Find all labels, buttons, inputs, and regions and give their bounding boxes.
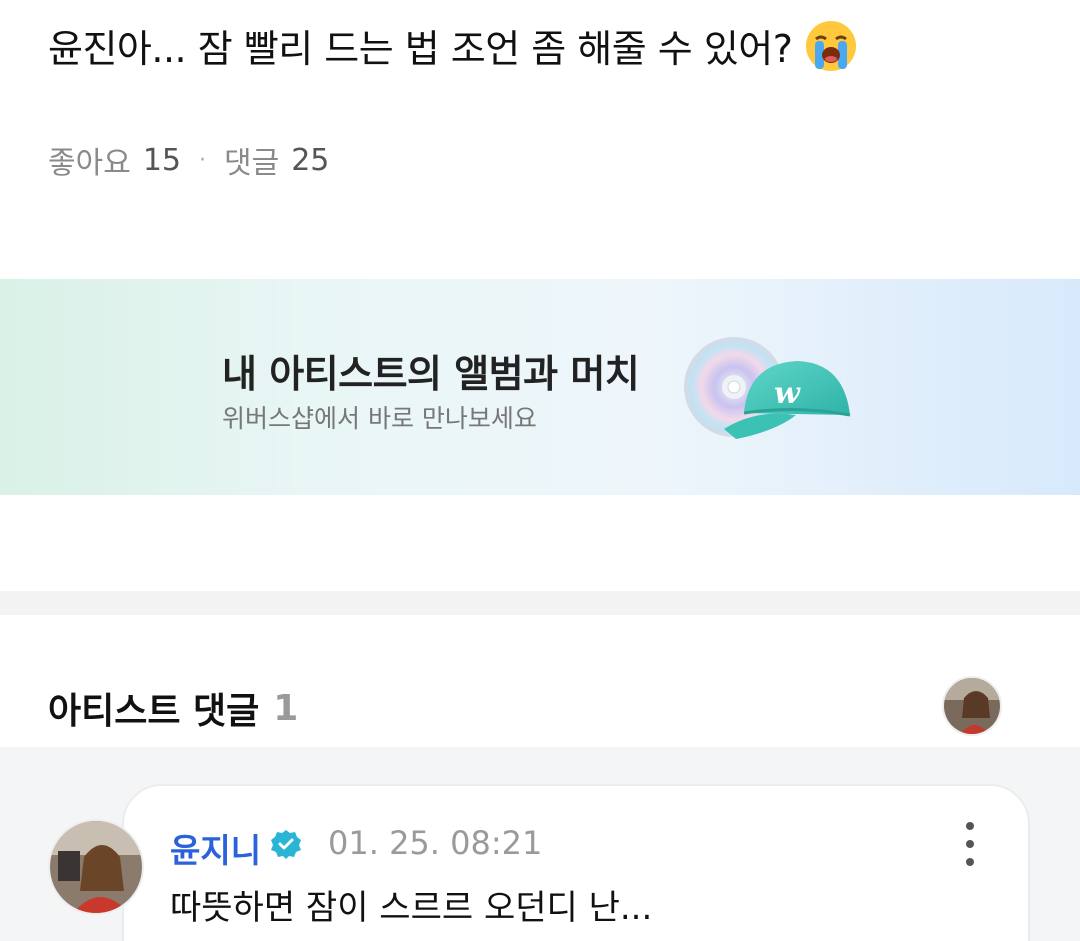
artist-comments-header: 아티스트 댓글 1 (48, 682, 298, 734)
comments-label[interactable]: 댓글 (224, 138, 279, 182)
loudly-crying-face-icon (806, 20, 857, 71)
likes-count: 15 (142, 142, 181, 178)
shop-banner[interactable]: 내 아티스트의 앨범과 머치 위버스샵에서 바로 만나보세요 w (0, 279, 1080, 495)
verified-badge-icon (271, 830, 301, 859)
commenter-avatar[interactable] (48, 819, 144, 915)
svg-text:w: w (774, 376, 801, 411)
avatar-image (944, 678, 1000, 734)
meta-separator: · (199, 147, 206, 173)
artist-comments-label: 아티스트 댓글 (48, 691, 260, 732)
banner-illustration: w (684, 337, 851, 439)
avatar-image (50, 821, 142, 913)
artist-comments-count: 1 (273, 687, 299, 729)
post-title-text: 윤진아... 잠 빨리 드는 법 조언 좀 해줄 수 있어? (48, 27, 793, 71)
banner-subtitle: 위버스샵에서 바로 만나보세요 (222, 404, 537, 433)
comment-author[interactable]: 윤지니 (170, 824, 261, 872)
section-divider (0, 591, 1080, 615)
post-title: 윤진아... 잠 빨리 드는 법 조언 좀 해줄 수 있어? (48, 18, 858, 73)
banner-title: 내 아티스트의 앨범과 머치 (222, 352, 640, 396)
comment-timestamp: 01. 25. 08:21 (328, 824, 543, 862)
artist-avatar-small[interactable] (942, 676, 1002, 736)
comments-count: 25 (291, 142, 330, 178)
post-meta: 좋아요 15 · 댓글 25 (48, 138, 329, 182)
likes-label[interactable]: 좋아요 (48, 138, 131, 182)
comment-text: 따뜻하면 잠이 스르르 오던디 난... (170, 888, 653, 928)
more-options-icon[interactable] (958, 822, 982, 866)
